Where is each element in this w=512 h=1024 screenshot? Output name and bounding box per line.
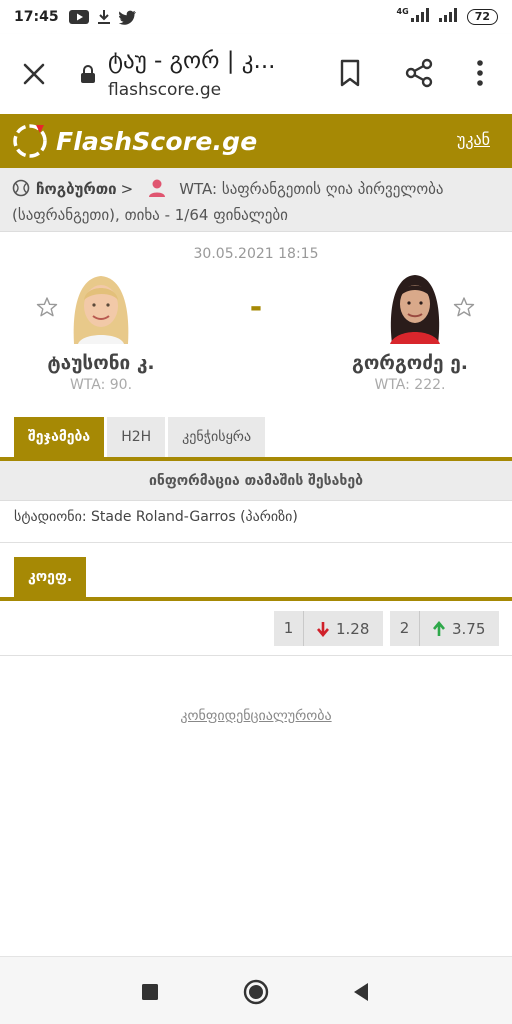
odds-value-wrap: 3.75 [420,620,499,638]
away-player-rank: WTA: 222. [374,377,446,393]
browser-toolbar: ტაუ - გორ | კ... flashscore.ge [0,34,512,114]
odds-cell-away[interactable]: 2 3.75 [390,611,500,646]
divider [0,655,512,656]
breadcrumb-sport[interactable]: ჩოგბურთი [36,180,117,198]
home-player-rank: WTA: 90. [69,377,133,393]
odds-cell-home[interactable]: 1 1.28 [274,611,384,646]
odds-value-wrap: 1.28 [304,620,383,638]
tennis-ball-icon [12,179,30,197]
brand-name[interactable]: FlashScore.ge [56,127,257,156]
arrow-up-icon [432,620,446,637]
breadcrumb: ჩოგბურთი > WTA: საფრანგეთის ღია პირველობა… [0,168,512,232]
battery-icon: 72 [466,9,498,25]
breadcrumb-competition[interactable]: WTA: საფრანგეთის ღია პირველობა [179,180,443,198]
favorite-star-icon[interactable] [36,296,58,318]
match-info-title: ინფორმაცია თამაშის შესახებ [0,461,512,501]
match-score: - [249,290,263,325]
lock-icon [80,64,96,84]
status-time: 17:45 [14,9,59,25]
twitter-icon [118,10,137,25]
page-title: ტაუ - გორ | კ... [108,48,276,74]
flashscore-logo-icon[interactable] [12,123,48,159]
stadium-info: სტადიონი: Stade Roland-Garros (პარიზი) [14,509,298,525]
breadcrumb-separator: > [120,180,134,198]
status-bar: 17:45 4G 72 [0,0,512,34]
tab-odds[interactable]: კოეფ. [14,557,87,597]
site-header: FlashScore.ge უკან [0,114,512,168]
home-icon[interactable] [243,979,269,1005]
home-player-photo[interactable] [64,270,138,344]
share-icon[interactable] [404,58,434,88]
system-nav-bar [0,956,512,1024]
odds-index: 2 [390,611,420,646]
arrow-down-icon [316,621,330,637]
bookmark-icon[interactable] [337,58,363,88]
odds-value: 1.28 [336,619,370,638]
odds-value: 3.75 [452,619,486,638]
away-player-photo[interactable] [378,270,452,344]
network-type: 4G [396,6,409,16]
match-datetime: 30.05.2021 18:15 [193,246,319,262]
odds-underline [0,597,512,601]
close-icon[interactable] [20,60,48,88]
favorite-star-icon[interactable] [453,296,475,318]
youtube-icon [68,10,89,24]
back-link[interactable]: უკან [457,130,490,149]
divider [0,542,512,543]
privacy-link[interactable]: კონფიდენციალურობა [0,708,512,724]
signal-icon [410,8,433,26]
recent-apps-icon[interactable] [137,979,163,1005]
tab-summary[interactable]: შეჯამება [14,417,105,457]
home-player-name[interactable]: ტაუსონი კ. [16,352,186,374]
odds-index: 1 [274,611,304,646]
back-icon[interactable] [349,979,375,1005]
tab-h2h[interactable]: H2H [107,417,166,457]
url-text[interactable]: flashscore.ge [108,80,221,100]
status-right: 4G 72 [396,6,498,26]
more-icon[interactable] [472,58,488,88]
page: 17:45 4G 72 ტაუ - გორ | კ... flashscore.… [0,0,512,1024]
tab-odds-comparison[interactable]: კენჭისყრა [168,417,266,457]
signal-icon [438,8,461,26]
player-icon [147,178,167,198]
away-player-name[interactable]: გორგოძე ე. [325,352,495,374]
download-icon [97,9,111,25]
match-tabs: შეჯამება H2H კენჭისყრა [14,417,268,457]
breadcrumb-competition-detail[interactable]: (საფრანგეთი), თიხა - 1/64 ფინალები [12,206,288,224]
